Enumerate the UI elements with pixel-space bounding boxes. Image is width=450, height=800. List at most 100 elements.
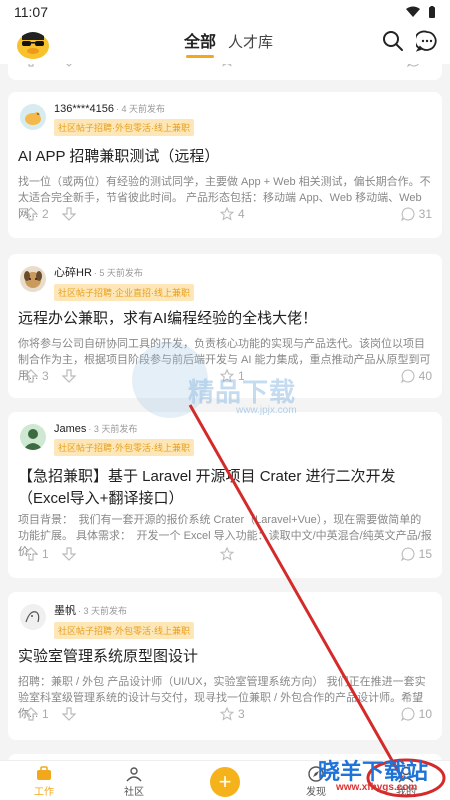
nav-community-label: 社区 [124,787,144,798]
post-title[interactable]: 【急招兼职】基于 Laravel 开源项目 Crater 进行二次开发（Exce… [18,466,432,510]
post-tag: 社区帖子招聘·外包零活·线上兼职 [54,119,194,136]
comment-icon [407,64,420,67]
post-card[interactable]: 心碎HR · 5 天前发布 社区帖子招聘·企业直招·线上兼职 远程办公兼职，求有A… [8,254,442,398]
search-icon[interactable] [382,30,404,52]
nav-mine[interactable]: 我的 [376,765,436,798]
star-count: 1 [238,369,245,383]
favorite-button[interactable]: 4 [220,207,245,221]
post-author[interactable]: James · 3 天前发布 社区帖子招聘·外包零活·线上兼职 [20,422,194,456]
comment-count: 31 [418,207,432,221]
upvote-button[interactable]: 2 [24,64,49,67]
upvote-button[interactable]: 1 [24,547,49,561]
upvote-button[interactable]: 2 [24,207,49,221]
post-card[interactable]: James · 3 天前发布 社区帖子招聘·外包零活·线上兼职 【急招兼职】基于 … [8,412,442,578]
star-count: 3 [238,707,245,721]
post-card[interactable]: 2 2 8 [8,64,442,80]
avatar[interactable] [20,104,46,130]
author-name: 墨帆 [54,605,76,617]
post-author[interactable]: 136****4156 · 4 天前发布 社区帖子招聘·外包零活·线上兼职 [20,102,194,136]
nav-discover[interactable]: 发现 [286,765,346,798]
post-author[interactable]: 墨帆 · 3 天前发布 社区帖子招聘·外包零活·线上兼职 [20,602,194,639]
comment-icon [400,707,415,721]
user-avatar-icon [23,429,43,450]
favorite-button[interactable]: 1 [220,369,245,383]
comment-count: 10 [418,707,432,721]
thumbs-up-icon [24,369,38,383]
thumbs-down-icon [62,707,76,721]
comment-button[interactable]: 31 [400,207,432,221]
thumbs-down-icon [62,207,76,221]
comment-button[interactable]: 10 [400,707,432,721]
briefcase-icon [37,766,51,780]
thumbs-up-icon [24,207,38,221]
downvote-button[interactable] [62,707,76,721]
downvote-button[interactable] [62,64,76,67]
star-icon [220,369,234,383]
upvote-count: 1 [42,707,49,721]
post-title[interactable]: AI APP 招聘兼职测试（远程） [18,146,432,168]
nav-work[interactable]: 工作 [14,765,74,798]
downvote-button[interactable] [62,369,76,383]
status-time: 11:07 [14,4,48,20]
star-icon [220,707,234,721]
star-count: 4 [238,207,245,221]
nav-work-label: 工作 [34,787,54,798]
favorite-button[interactable] [220,547,238,561]
downvote-button[interactable] [62,547,76,561]
create-post-button[interactable]: + [210,767,240,797]
thumbs-down-icon [62,369,76,383]
downvote-button[interactable] [62,207,76,221]
bottom-nav: 工作 社区 + 发现 我的 [0,760,450,800]
battery-icon [429,5,435,18]
author-name: 心碎HR [54,267,92,279]
wifi-icon [406,6,420,17]
post-feed[interactable]: 2 2 8 136****4156· 4 天前发布 社区帖子招聘·外包零活·线上… [0,64,450,760]
app-logo-icon [17,32,49,59]
comment-button[interactable]: 8 [407,64,432,67]
upvote-count: 2 [42,207,49,221]
author-name: James [54,423,87,435]
community-icon [126,767,142,782]
upvote-button[interactable]: 3 [24,369,49,383]
tab-talent-pool[interactable]: 人才库 [228,31,273,58]
comment-count: 8 [425,64,432,67]
message-icon[interactable] [416,30,438,52]
sketch-avatar-icon [25,611,40,623]
star-icon [220,547,234,561]
thumbs-up-icon [24,707,38,721]
thumbs-up-icon [24,547,38,561]
favorite-button[interactable]: 3 [220,707,245,721]
star-icon [222,64,232,67]
comment-button[interactable]: 40 [400,369,432,383]
comment-icon [400,369,415,383]
upvote-count: 3 [42,369,49,383]
author-name: 136****4156 [54,103,114,115]
star-count: 2 [238,64,245,67]
thumbs-down-icon [62,547,76,561]
post-tag: 社区帖子招聘·外包零活·线上兼职 [54,439,194,456]
post-time: · 3 天前发布 [78,606,128,616]
dog-avatar-icon [24,271,42,288]
post-title[interactable]: 实验室管理系统原型图设计 [18,646,432,668]
post-title[interactable]: 远程办公兼职，求有AI编程经验的全栈大佬！ [18,308,432,330]
thumbs-down-icon [66,64,72,67]
comment-button[interactable]: 15 [400,547,432,561]
nav-community[interactable]: 社区 [104,765,164,798]
upvote-button[interactable]: 1 [24,707,49,721]
post-tag: 社区帖子招聘·外包零活·线上兼职 [54,622,194,639]
upvote-count: 2 [42,64,49,67]
comment-count: 40 [418,369,432,383]
star-icon [220,207,234,221]
comment-icon [400,547,415,561]
profile-icon [398,766,414,783]
post-card[interactable]: 墨帆 · 3 天前发布 社区帖子招聘·外包零活·线上兼职 实验室管理系统原型图设计… [8,592,442,740]
avatar[interactable] [20,266,46,292]
avatar[interactable] [20,424,46,450]
avatar[interactable] [20,604,46,630]
post-card[interactable]: 136****4156 · 4 天前发布 社区帖子招聘·外包零活·线上兼职 AI … [8,92,442,238]
bird-avatar-icon [25,112,41,125]
tab-all[interactable]: 全部 [184,28,216,58]
upvote-count: 1 [42,547,49,561]
favorite-button[interactable]: 2 [220,64,245,67]
post-author[interactable]: 心碎HR · 5 天前发布 社区帖子招聘·企业直招·线上兼职 [20,264,194,301]
